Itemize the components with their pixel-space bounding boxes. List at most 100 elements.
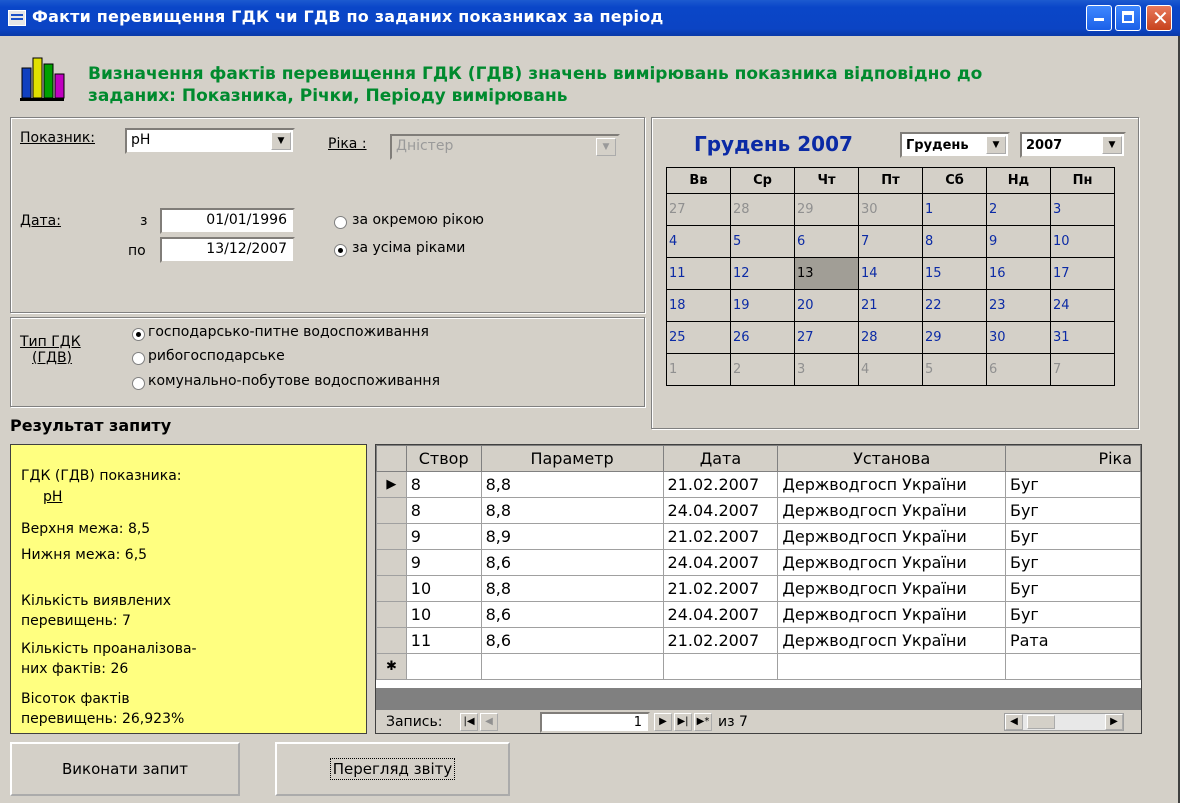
row-selector[interactable]: [376, 601, 407, 628]
table-row[interactable]: 8 8,8 24.04.2007 Держводгосп України Буг: [376, 497, 1141, 524]
table-cell[interactable]: 24.04.2007: [662, 497, 779, 524]
calendar-day[interactable]: 9: [986, 225, 1051, 258]
table-cell[interactable]: [480, 653, 664, 680]
calendar-day[interactable]: 28: [858, 321, 923, 354]
table-cell[interactable]: 10: [405, 601, 482, 628]
calendar-day[interactable]: 20: [794, 289, 859, 322]
prev-record-button[interactable]: ◀: [480, 713, 498, 731]
indicator-select[interactable]: pH ▼: [125, 128, 295, 154]
table-cell[interactable]: 9: [405, 523, 482, 550]
table-cell[interactable]: 8,8: [480, 497, 664, 524]
table-row[interactable]: 10 8,6 24.04.2007 Держводгосп України Буг: [376, 601, 1141, 628]
table-cell[interactable]: Держводгосп України: [777, 601, 1006, 628]
title-bar[interactable]: Факти перевищення ГДК чи ГДВ по заданих …: [0, 0, 1180, 36]
table-row[interactable]: 10 8,8 21.02.2007 Держводгосп України Буг: [376, 575, 1141, 602]
table-cell[interactable]: 10: [405, 575, 482, 602]
calendar-day[interactable]: 25: [666, 321, 731, 354]
calendar-day[interactable]: 14: [858, 257, 923, 290]
grid-corner[interactable]: [376, 445, 407, 472]
calendar-day[interactable]: 5: [922, 353, 987, 386]
type-drinking-label[interactable]: господарсько-питне водоспоживання: [148, 324, 429, 340]
scroll-right-button[interactable]: ▶: [1105, 714, 1123, 730]
year-select[interactable]: 2007 ▼: [1020, 132, 1126, 158]
calendar-day[interactable]: 1: [922, 193, 987, 226]
horizontal-scrollbar[interactable]: ◀ ▶: [1004, 713, 1124, 731]
month-select[interactable]: Грудень ▼: [900, 132, 1010, 158]
table-cell[interactable]: 9: [405, 549, 482, 576]
row-selector[interactable]: [376, 497, 407, 524]
calendar-day[interactable]: 27: [666, 193, 731, 226]
new-record-button[interactable]: ▶*: [694, 713, 712, 731]
type-communal-radio[interactable]: [132, 377, 145, 390]
calendar-day[interactable]: 7: [858, 225, 923, 258]
table-cell[interactable]: 8,6: [480, 601, 664, 628]
table-row[interactable]: 9 8,9 21.02.2007 Держводгосп України Буг: [376, 523, 1141, 550]
scope-all-rivers-radio[interactable]: [334, 244, 347, 257]
table-cell[interactable]: Буг: [1004, 601, 1141, 628]
table-cell[interactable]: 24.04.2007: [662, 601, 779, 628]
scope-single-river-label[interactable]: за окремою рікою: [352, 212, 484, 228]
record-number-input[interactable]: 1: [540, 712, 650, 733]
first-record-button[interactable]: |◀: [460, 713, 478, 731]
minimize-button[interactable]: [1086, 5, 1112, 31]
table-cell[interactable]: 8,9: [480, 523, 664, 550]
calendar-day[interactable]: 6: [986, 353, 1051, 386]
last-record-button[interactable]: ▶|: [674, 713, 692, 731]
calendar-day[interactable]: 7: [1050, 353, 1115, 386]
table-cell[interactable]: 21.02.2007: [662, 575, 779, 602]
chevron-down-icon[interactable]: ▼: [986, 136, 1006, 154]
calendar-day[interactable]: 13: [794, 257, 859, 290]
column-header[interactable]: Параметр: [480, 445, 664, 472]
calendar-day[interactable]: 28: [730, 193, 795, 226]
table-cell[interactable]: 8,8: [480, 471, 664, 498]
table-cell[interactable]: Держводгосп України: [777, 549, 1006, 576]
table-cell[interactable]: 8,6: [480, 549, 664, 576]
table-cell[interactable]: Держводгосп України: [777, 497, 1006, 524]
calendar-day[interactable]: 21: [858, 289, 923, 322]
calendar-day[interactable]: 3: [1050, 193, 1115, 226]
table-cell[interactable]: 8: [405, 497, 482, 524]
table-cell[interactable]: 8,6: [480, 627, 664, 654]
calendar-day[interactable]: 29: [922, 321, 987, 354]
table-cell[interactable]: 21.02.2007: [662, 627, 779, 654]
calendar-day[interactable]: 6: [794, 225, 859, 258]
calendar-day[interactable]: 23: [986, 289, 1051, 322]
next-record-button[interactable]: ▶: [654, 713, 672, 731]
calendar-day[interactable]: 10: [1050, 225, 1115, 258]
table-cell[interactable]: Держводгосп України: [777, 523, 1006, 550]
calendar-day[interactable]: 4: [666, 225, 731, 258]
table-cell[interactable]: [662, 653, 779, 680]
table-cell[interactable]: 21.02.2007: [662, 471, 779, 498]
chevron-down-icon[interactable]: ▼: [596, 138, 616, 156]
close-button[interactable]: ✕: [1146, 5, 1172, 31]
calendar-day[interactable]: 3: [794, 353, 859, 386]
row-selector[interactable]: ▶: [376, 471, 407, 498]
calendar-day[interactable]: 1: [666, 353, 731, 386]
table-cell[interactable]: 8,8: [480, 575, 664, 602]
calendar-day[interactable]: 18: [666, 289, 731, 322]
date-to-input[interactable]: 13/12/2007: [160, 237, 295, 263]
run-query-button[interactable]: Виконати запит: [10, 742, 240, 796]
scroll-left-button[interactable]: ◀: [1005, 714, 1023, 730]
calendar-day[interactable]: 15: [922, 257, 987, 290]
calendar-day[interactable]: 26: [730, 321, 795, 354]
calendar-day[interactable]: 30: [858, 193, 923, 226]
calendar-day[interactable]: 12: [730, 257, 795, 290]
calendar-day[interactable]: 16: [986, 257, 1051, 290]
table-cell[interactable]: 11: [405, 627, 482, 654]
table-cell[interactable]: 24.04.2007: [662, 549, 779, 576]
calendar-day[interactable]: 24: [1050, 289, 1115, 322]
new-record-row[interactable]: ✱: [376, 653, 1141, 680]
date-from-input[interactable]: 01/01/1996: [160, 208, 295, 234]
table-cell[interactable]: Буг: [1004, 471, 1141, 498]
column-header[interactable]: Створ: [405, 445, 482, 472]
table-cell[interactable]: [1004, 653, 1141, 680]
table-cell[interactable]: Держводгосп України: [777, 471, 1006, 498]
type-communal-label[interactable]: комунально-побутове водоспоживання: [148, 373, 440, 389]
calendar-day[interactable]: 27: [794, 321, 859, 354]
table-cell[interactable]: Буг: [1004, 523, 1141, 550]
results-grid[interactable]: Створ Параметр Дата Установа Ріка ▶ 8 8,8 21.02.…: [375, 444, 1142, 734]
calendar-day[interactable]: 29: [794, 193, 859, 226]
table-cell[interactable]: 8: [405, 471, 482, 498]
calendar-day[interactable]: 2: [986, 193, 1051, 226]
